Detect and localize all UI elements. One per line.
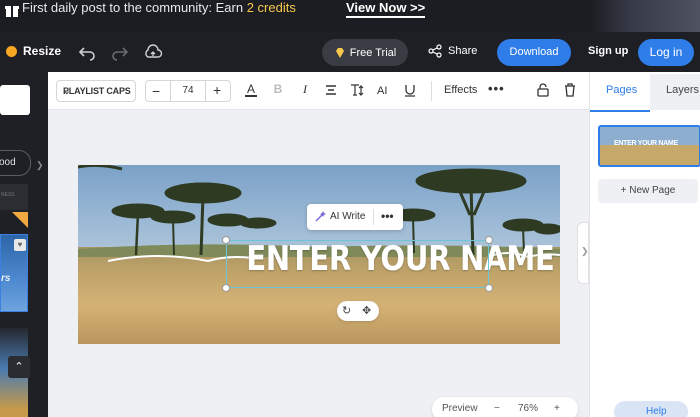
lock-icon[interactable] [535, 82, 551, 100]
underline-icon[interactable] [402, 82, 418, 100]
log-in-button[interactable]: Log in [638, 39, 694, 66]
collapse-right-panel-handle[interactable]: ❯ [577, 222, 589, 284]
resize-handle-top-right[interactable] [485, 236, 493, 244]
tab-layers[interactable]: Layers [650, 74, 700, 110]
promo-decoration [590, 0, 700, 32]
zoom-in-button[interactable]: + [554, 403, 560, 414]
search-box[interactable] [0, 85, 30, 115]
more-options-icon[interactable]: ••• [488, 81, 505, 96]
left-panel: ood ❯ NESS ♥ rs ⌃ [0, 72, 48, 417]
view-now-link[interactable]: View Now >> [346, 0, 426, 18]
new-page-button[interactable]: + New Page [598, 179, 698, 203]
align-center-icon[interactable] [323, 82, 339, 100]
promo-banner: First daily post to the community: Earn … [0, 0, 700, 32]
font-size-stepper: − 74 + [145, 80, 231, 102]
trash-icon[interactable] [562, 82, 578, 100]
cloud-save-icon[interactable] [143, 42, 163, 62]
help-button[interactable]: Help [614, 401, 688, 417]
effects-button[interactable]: Effects [444, 84, 477, 96]
resize-button[interactable]: Resize [6, 44, 61, 58]
gift-icon [5, 6, 19, 17]
zoom-level[interactable]: 76% [518, 403, 538, 414]
template-thumbnail[interactable]: NESS [0, 184, 28, 210]
premium-corner-icon [12, 212, 28, 228]
resize-icon [6, 45, 17, 57]
decrease-size-button[interactable]: − [152, 83, 160, 99]
page-thumbnail[interactable]: ENTER YOUR NAME [598, 125, 700, 167]
resize-handle-top-left[interactable] [222, 236, 230, 244]
pages-panel: Pages Layers ENTER YOUR NAME + New Page [589, 72, 700, 417]
svg-text:AI: AI [377, 85, 387, 97]
chevron-down-icon: ⌄ [63, 86, 71, 96]
italic-icon[interactable]: I [297, 82, 313, 100]
zoom-out-button[interactable]: − [494, 403, 500, 414]
redo-icon[interactable] [110, 42, 130, 62]
thumb-text: ENTER YOUR NAME [614, 140, 678, 147]
selection-box [226, 240, 489, 288]
ai-write-popup: AI Write ••• [307, 204, 403, 230]
thumb-grass [600, 145, 699, 165]
resize-handle-bottom-right[interactable] [485, 284, 493, 292]
free-trial-button[interactable]: Free Trial [322, 39, 408, 66]
promo-credits: 2 credits [246, 0, 296, 15]
undo-icon[interactable] [77, 42, 97, 62]
resize-handle-bottom-left[interactable] [222, 284, 230, 292]
zoom-bar: Preview − 76% + [432, 397, 578, 417]
heart-icon[interactable]: ♥ [14, 239, 26, 251]
preview-button[interactable]: Preview [442, 403, 478, 414]
download-button[interactable]: Download [497, 39, 571, 66]
transform-controls: ↻ ✥ [337, 301, 379, 321]
ai-text-icon[interactable]: AI [376, 82, 392, 100]
font-family-select[interactable]: PLAYLIST CAPS ⌄ [56, 80, 136, 102]
font-size-input[interactable]: 74 [170, 81, 206, 101]
diamond-icon [335, 47, 344, 58]
text-toolbar: PLAYLIST CAPS ⌄ − 74 + A B I AI Effects … [48, 72, 589, 110]
chevron-right-icon[interactable]: ❯ [36, 160, 44, 171]
line-spacing-icon[interactable] [349, 82, 365, 100]
sign-up-link[interactable]: Sign up [588, 45, 628, 57]
chevron-right-icon: ❯ [581, 246, 589, 256]
bold-icon[interactable]: B [270, 82, 286, 100]
promo-text: First daily post to the community: Earn … [22, 0, 296, 15]
share-button[interactable]: Share [428, 44, 477, 58]
more-options-icon[interactable]: ••• [381, 209, 394, 223]
svg-text:A: A [247, 82, 255, 96]
tab-pages[interactable]: Pages [606, 84, 637, 96]
move-icon[interactable]: ✥ [362, 304, 371, 317]
scroll-up-button[interactable]: ⌃ [8, 356, 30, 378]
increase-size-button[interactable]: + [213, 82, 221, 98]
top-nav: Resize Free Trial Share Download Sign up… [0, 32, 700, 72]
active-tab-indicator [590, 110, 650, 112]
category-pill[interactable]: ood [0, 150, 31, 176]
ai-write-button[interactable]: AI Write [315, 211, 365, 222]
toolbar-divider [431, 81, 432, 101]
template-thumbnail-selected[interactable]: ♥ rs [0, 234, 28, 312]
magic-wand-icon [315, 211, 326, 222]
popup-divider [373, 209, 374, 225]
share-icon [428, 44, 442, 58]
rotate-icon[interactable]: ↻ [342, 304, 351, 317]
text-color-icon[interactable]: A [243, 82, 259, 100]
